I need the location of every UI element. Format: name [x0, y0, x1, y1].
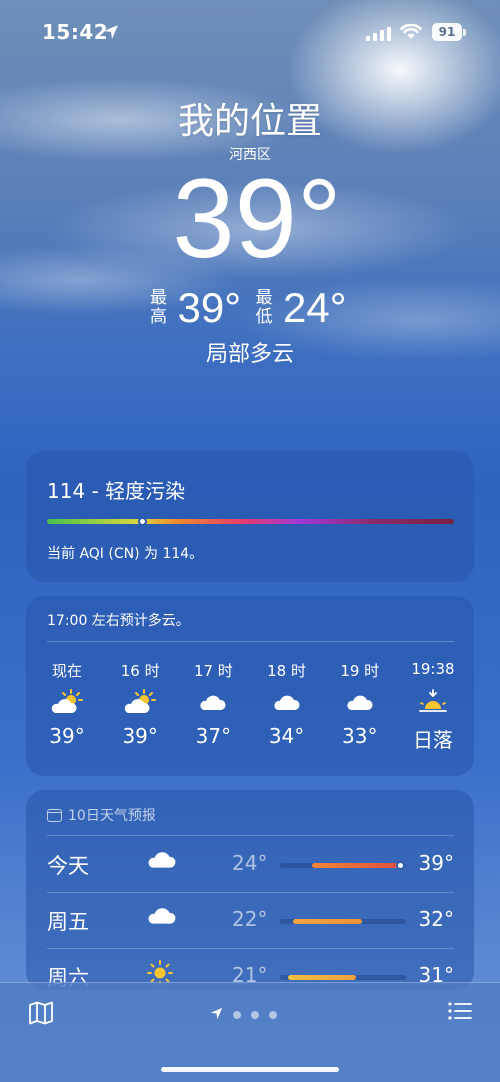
temp-range-fill	[292, 919, 362, 924]
aqi-indicator-dot	[138, 517, 147, 526]
hour-temp: 37°	[195, 724, 232, 748]
hour-label: 19 时	[340, 662, 380, 680]
calendar-icon	[47, 808, 62, 822]
day-high-temp: 39°	[418, 851, 454, 875]
home-indicator	[161, 1067, 339, 1072]
battery-indicator: 91	[432, 23, 462, 41]
hourly-item: 17 时 37°	[178, 660, 248, 753]
hourly-forecast-card[interactable]: 17:00 左右预计多云。 现在 39° 16 时 39° 17 时 37° 1…	[26, 596, 474, 776]
temp-range-track	[280, 919, 406, 924]
air-quality-card[interactable]: 114 - 轻度污染 当前 AQI (CN) 为 114。	[26, 451, 474, 582]
status-time: 15:42	[42, 20, 109, 44]
day-row[interactable]: 今天 24° 39°	[47, 836, 454, 892]
page-indicator[interactable]	[210, 1005, 277, 1024]
page-dot	[251, 1010, 259, 1019]
temp-range-fill	[287, 975, 356, 980]
low-temp: 24°	[283, 284, 347, 331]
ten-day-title: 10日天气预报	[68, 808, 156, 824]
high-temp: 39°	[177, 284, 241, 331]
aqi-scale-bar	[47, 519, 454, 524]
list-icon[interactable]	[448, 1001, 472, 1025]
current-temperature: 39°	[172, 156, 342, 281]
day-low-temp: 22°	[232, 907, 268, 931]
hourly-item: 19:38 日落	[398, 660, 468, 753]
day-low-temp: 24°	[232, 851, 268, 875]
cloud-icon	[252, 682, 322, 722]
hourly-list[interactable]: 现在 39° 16 时 39° 17 时 37° 18 时 34° 19 时 3…	[32, 660, 468, 753]
sunset-icon	[398, 682, 468, 722]
high-low-temps: 最高 39° 最低 24°	[0, 284, 500, 332]
hourly-summary: 17:00 左右预计多云。	[47, 613, 190, 629]
day-high-temp: 32°	[418, 907, 454, 931]
hour-label: 19:38	[411, 660, 455, 678]
hour-label: 17 时	[193, 662, 233, 680]
low-label: 最低	[255, 288, 273, 327]
high-label: 最高	[149, 288, 167, 327]
location-arrow-icon	[210, 1005, 223, 1024]
page-dot	[233, 1010, 241, 1019]
partly-sunny-icon	[32, 682, 102, 722]
hour-temp: 日落	[412, 728, 453, 752]
partly-sunny-icon	[105, 682, 175, 722]
cloud-icon	[178, 682, 248, 722]
page-dot	[269, 1010, 277, 1019]
hour-label: 16 时	[120, 662, 160, 680]
status-bar: 15:42 91	[0, 20, 500, 48]
hour-temp: 34°	[268, 724, 305, 748]
battery-cap	[463, 29, 466, 36]
hourly-item: 19 时 33°	[325, 660, 395, 753]
hourly-item: 18 时 34°	[252, 660, 322, 753]
hour-temp: 39°	[49, 724, 85, 748]
ten-day-header: 10日天气预报	[47, 805, 156, 825]
hour-temp: 33°	[342, 724, 378, 748]
hour-label: 18 时	[267, 662, 306, 680]
bottom-toolbar	[0, 982, 500, 1082]
cellular-signal-icon	[366, 26, 392, 45]
wifi-icon	[400, 23, 422, 44]
cloud-icon	[325, 682, 395, 722]
temp-range-fill	[311, 863, 400, 868]
hour-label: 现在	[51, 662, 82, 680]
hourly-item: 16 时 39°	[105, 660, 175, 753]
location-name: 我的位置	[177, 101, 322, 142]
aqi-description: 当前 AQI (CN) 为 114。	[47, 546, 204, 562]
day-row[interactable]: 周五 22° 32°	[47, 892, 454, 948]
temp-range-track	[280, 975, 406, 980]
day-name: 周五	[47, 910, 89, 934]
location-arrow-icon	[103, 24, 119, 44]
day-name: 今天	[47, 854, 89, 878]
ten-day-forecast-card[interactable]: 10日天气预报 今天 24° 39° 周五 22° 32° 周六 21° 31°	[26, 790, 474, 990]
temp-range-track	[280, 861, 406, 870]
current-temp-dot	[395, 861, 405, 870]
current-condition: 局部多云	[205, 342, 294, 367]
cloud-icon	[147, 904, 177, 930]
hour-temp: 39°	[122, 724, 158, 748]
aqi-title: 114 - 轻度污染	[47, 479, 186, 503]
cloud-icon	[147, 848, 177, 874]
hourly-item: 现在 39°	[32, 660, 102, 753]
map-icon[interactable]	[28, 1001, 54, 1029]
divider	[47, 641, 454, 642]
